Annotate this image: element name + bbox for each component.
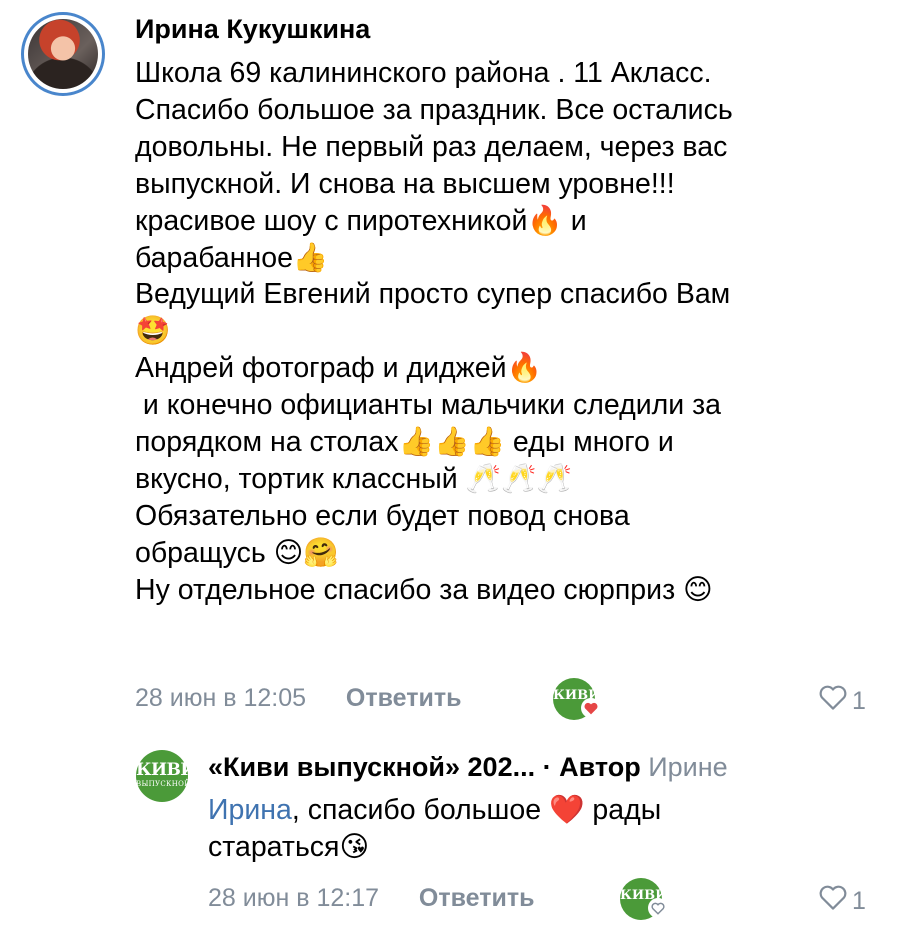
reply-addressee[interactable]: Ирине	[641, 752, 727, 782]
author-badge: · Автор	[535, 752, 641, 782]
reply-like-count: 1	[852, 886, 866, 915]
heart-outline-icon	[818, 684, 848, 718]
reply-meta: 28 июн в 12:17 Ответить	[208, 884, 534, 913]
kivi-logo-title: КИВИ	[136, 760, 196, 780]
kivi-logo-subtitle: ВЫПУСКНОЙ	[136, 780, 191, 788]
reply-date[interactable]: 28 июн в 12:17	[208, 884, 379, 912]
heart-icon	[581, 698, 601, 718]
like-count: 1	[852, 686, 866, 715]
comment-author[interactable]: Ирина Кукушкина	[135, 14, 370, 45]
comment-date[interactable]: 28 июн в 12:05	[135, 684, 306, 712]
reply-text: Ирина, спасибо большое ❤️ рады стараться…	[208, 792, 868, 866]
reply-reactions-badge: КИВИ	[620, 878, 668, 920]
author-liked-badge: КИВИ	[553, 678, 601, 720]
avatar-photo	[28, 19, 98, 89]
like-button[interactable]: 1	[818, 684, 866, 718]
reply-heart-outline-icon	[818, 884, 848, 918]
reply-reply-button[interactable]: Ответить	[419, 884, 535, 912]
comment-meta: 28 июн в 12:05 Ответить	[135, 684, 461, 713]
reply-header: «Киви выпускной» 202... · Автор Ирине	[208, 752, 728, 783]
reply-button[interactable]: Ответить	[346, 684, 462, 712]
mention-link[interactable]: Ирина	[208, 794, 292, 826]
reply-like-button[interactable]: 1	[818, 884, 866, 918]
reply-avatar[interactable]: КИВИ ВЫПУСКНОЙ	[136, 750, 196, 802]
reply-author[interactable]: «Киви выпускной» 202...	[208, 752, 535, 782]
comment-text: Школа 69 калининского района . 11 Акласс…	[135, 57, 733, 606]
avatar[interactable]	[21, 12, 105, 96]
heart-outline-small-icon	[648, 898, 668, 918]
